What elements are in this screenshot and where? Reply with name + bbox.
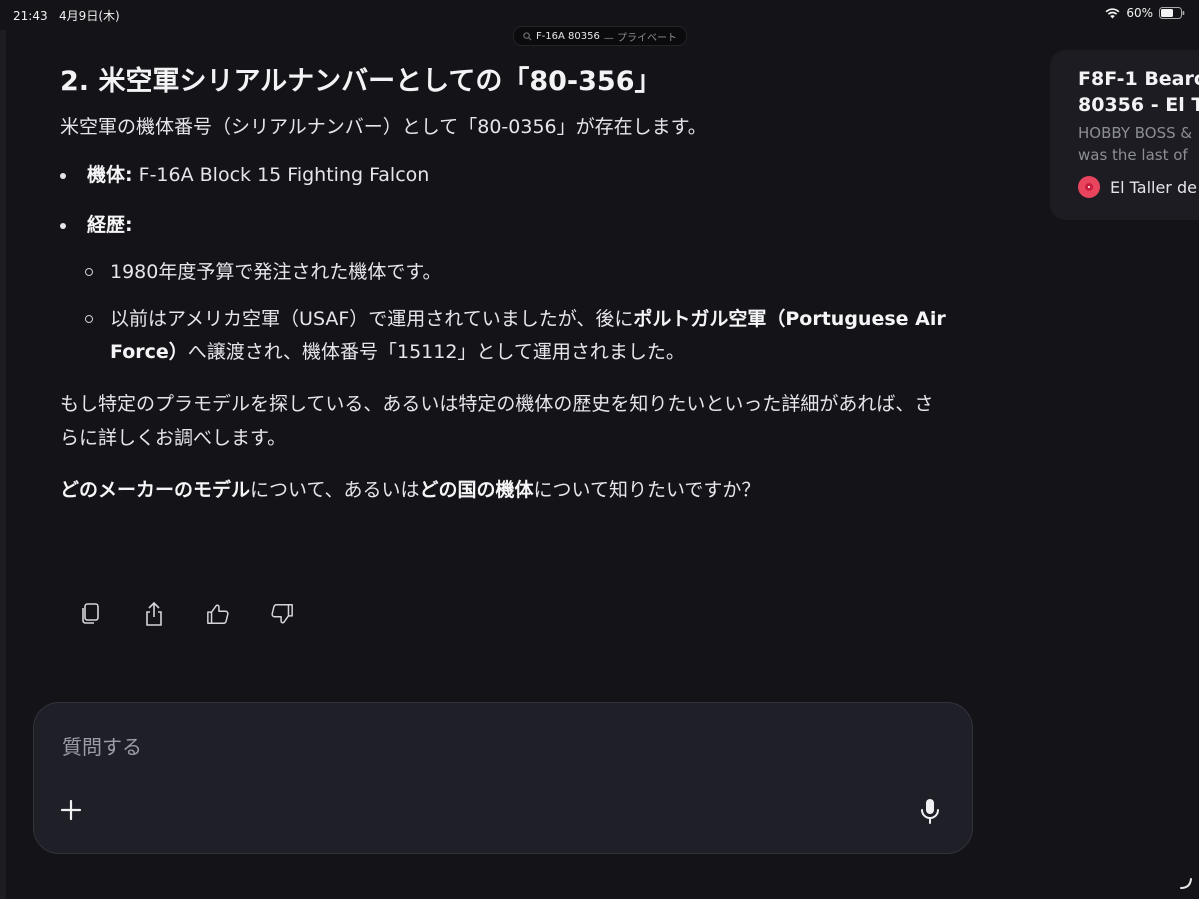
source-card[interactable]: F8F-1 Bearc 80356 - El T HOBBY BOSS & was … [1050, 50, 1199, 220]
answer-content: 2. 米空軍シリアルナンバーとしての「80-356」 米空軍の機体番号（シリアル… [60, 62, 950, 507]
site-favicon-icon [1078, 176, 1100, 198]
question-input[interactable] [60, 731, 904, 763]
history-item-1: 1980年度予算で発注された機体です。 [60, 256, 950, 289]
tab-mode: — プライベート [603, 32, 678, 44]
tab-indicator[interactable]: F-16A 80356 — プライベート [513, 26, 687, 46]
add-button[interactable] [60, 799, 82, 825]
source-card-description: HOBBY BOSS & was the last of [1078, 124, 1193, 164]
voice-input-button[interactable] [918, 797, 942, 829]
question-text: どのメーカーのモデルについて、あるいはどの国の機体について知りたいですか？ [60, 479, 761, 501]
composer [33, 702, 973, 854]
source-card-title: F8F-1 Bearc 80356 - El T [1078, 68, 1199, 116]
battery-percent: 60% [1126, 6, 1153, 20]
copy-button[interactable] [78, 600, 102, 628]
thumbs-down-button[interactable] [270, 600, 294, 628]
history-item-2: 以前はアメリカ空軍（USAF）で運用されていましたが、後にポルトガル空軍（Por… [60, 303, 950, 369]
wifi-icon [1105, 7, 1120, 18]
copy-icon [82, 603, 99, 624]
bullet-history: 経歴: [60, 208, 950, 242]
battery-icon [1159, 7, 1185, 19]
share-icon [146, 601, 162, 626]
airframe-value: F-16A Block 15 Fighting Falcon [132, 164, 430, 186]
section-heading: 2. 米空軍シリアルナンバーとしての「80-356」 [60, 66, 662, 97]
share-button[interactable] [142, 600, 166, 628]
sidebar-edge [0, 30, 6, 899]
search-icon [523, 31, 532, 41]
bullet-airframe: 機体: F-16A Block 15 Fighting Falcon [60, 158, 950, 192]
airframe-label: 機体: [87, 164, 133, 186]
microphone-icon [921, 799, 939, 824]
resize-corner-icon [1180, 878, 1192, 889]
source-card-site: El Taller de [1078, 176, 1197, 198]
intro-text: 米空軍の機体番号（シリアルナンバー）として「80-0356」が存在します。 [60, 116, 707, 138]
thumbs-up-button[interactable] [206, 600, 230, 628]
tab-title: F-16A 80356 [535, 30, 600, 42]
thumbs-down-icon [271, 604, 293, 624]
source-card-site-name: El Taller de [1110, 177, 1197, 197]
history-label: 経歴: [87, 214, 133, 236]
status-time: 21:43 4月9日(木) [13, 9, 120, 23]
thumbs-up-icon [207, 604, 229, 624]
response-actions [78, 600, 294, 628]
plus-icon [60, 799, 82, 821]
status-right: 60% [1105, 6, 1185, 20]
followup-text: もし特定のプラモデルを探している、あるいは特定の機体の歴史を知りたいといった詳細… [60, 393, 934, 449]
